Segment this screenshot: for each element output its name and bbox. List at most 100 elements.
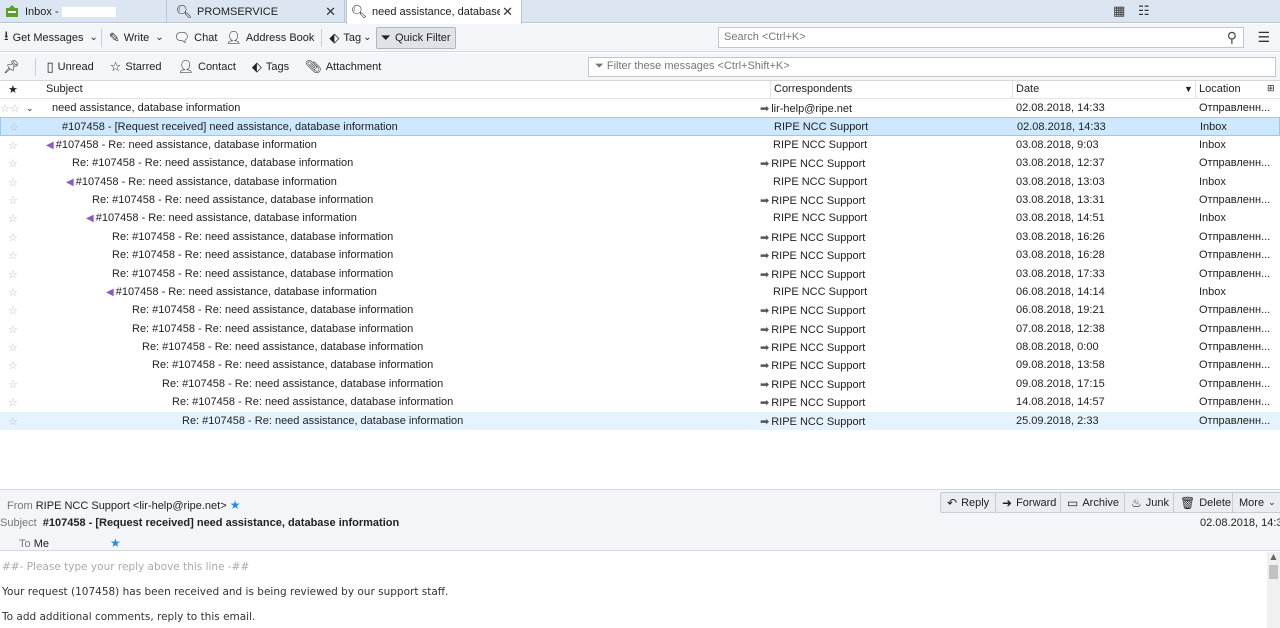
correspondent-cell: ➡ RIPE NCC Support: [760, 378, 865, 391]
location-cell: Отправленн...: [1199, 230, 1271, 243]
table-row[interactable]: ☆ Re: #107458 - Re: need assistance, dat…: [0, 338, 1280, 356]
tab-inbox[interactable]: Inbox -: [0, 0, 167, 23]
table-row[interactable]: ☆ Re: #107458 - Re: need assistance, dat…: [0, 265, 1280, 283]
address-book-button[interactable]: 👤︎ Address Book: [221, 27, 318, 49]
star-icon[interactable]: ☆: [8, 249, 18, 262]
table-row[interactable]: ☆ Re: #107458 - Re: need assistance, dat…: [0, 375, 1280, 393]
date-cell: 02.08.2018, 14:33: [1016, 102, 1105, 114]
star-icon[interactable]: ☆: [8, 212, 18, 225]
table-row[interactable]: ☆ ◀ #107458 - Re: need assistance, databa…: [0, 173, 1280, 191]
table-row[interactable]: ☆ Re: #107458 - Re: need assistance, dat…: [0, 246, 1280, 264]
star-icon[interactable]: ☆: [8, 268, 18, 281]
subject-cell: Re: #107458 - Re: need assistance, datab…: [182, 414, 464, 427]
star-icon[interactable]: ☆: [8, 231, 18, 244]
filter-messages-input[interactable]: ⏷ Filter these messages <Ctrl+Shift+K>: [588, 57, 1276, 77]
table-row[interactable]: ☆ ◀ #107458 - Re: need assistance, databa…: [0, 209, 1280, 227]
close-icon[interactable]: ✕: [325, 4, 336, 20]
more-label: More: [1239, 496, 1265, 509]
table-row[interactable]: ☆ Re: #107458 - Re: need assistance, dat…: [0, 411, 1280, 431]
star-icon[interactable]: ☆: [8, 304, 18, 317]
message-header: From RIPE NCC Support <lir-help@ripe.net…: [0, 489, 1280, 551]
replied-icon: ◀: [66, 176, 74, 188]
star-icon[interactable]: ★: [230, 498, 241, 512]
star-icon[interactable]: ☆: [8, 378, 18, 391]
get-messages-button[interactable]: ⭳ Get Messages: [0, 27, 87, 49]
tags-filter-button[interactable]: ⬖ Tags: [244, 59, 297, 75]
unread-filter-button[interactable]: ▯ Unread: [39, 59, 102, 75]
table-row[interactable]: ☆☆ ⌄ need assistance, database informati…: [0, 99, 1280, 117]
outgoing-arrow-icon: ➡: [760, 268, 770, 281]
attachment-filter-button[interactable]: 📎︎ Attachment: [297, 59, 389, 75]
chevron-down-icon[interactable]: ⌄: [155, 32, 163, 43]
quick-filter-label: Quick Filter: [394, 31, 451, 44]
star-icon[interactable]: ☆: [8, 176, 18, 189]
chevron-down-icon[interactable]: ⌄: [89, 32, 97, 43]
tag-button[interactable]: ⬖ Tag ⌄: [325, 27, 375, 49]
star-icon[interactable]: ☆: [8, 323, 18, 336]
star-icon[interactable]: ☆: [8, 157, 18, 170]
star-icon[interactable]: ☆: [8, 341, 18, 354]
star-icon[interactable]: ★: [110, 536, 121, 550]
forward-button[interactable]: ➜ Forward: [995, 492, 1064, 513]
table-row[interactable]: ☆ Re: #107458 - Re: need assistance, dat…: [0, 228, 1280, 246]
table-row[interactable]: ☆ Re: #107458 - Re: need assistance, dat…: [0, 154, 1280, 172]
table-row[interactable]: ☆ Re: #107458 - Re: need assistance, dat…: [0, 393, 1280, 411]
table-row[interactable]: ☆ ◀ #107458 - Re: need assistance, databa…: [0, 283, 1280, 301]
tab-promservice[interactable]: 🔍︎ PROMSERVICE ✕: [172, 0, 345, 23]
star-icon[interactable]: ☆: [8, 359, 18, 372]
star-icon[interactable]: ☆☆: [0, 102, 20, 115]
correspondent-text: RIPE NCC Support: [771, 360, 866, 373]
correspondents-column-header[interactable]: Correspondents: [774, 83, 852, 95]
hamburger-menu-icon[interactable]: ☰: [1257, 29, 1270, 46]
star-icon[interactable]: ☆: [9, 121, 19, 134]
table-row[interactable]: ☆ Re: #107458 - Re: need assistance, dat…: [0, 191, 1280, 209]
chevron-down-icon: ⌄: [363, 32, 372, 43]
body-scrollbar[interactable]: ▲: [1267, 552, 1280, 628]
calendar-icon[interactable]: ▦: [1113, 3, 1125, 19]
tab-need-assistance[interactable]: 🔍︎ need assistance, database in ✕: [346, 0, 522, 24]
date-cell: 08.08.2018, 0:00: [1016, 341, 1099, 354]
delete-button[interactable]: 🗑︎ Delete: [1173, 492, 1239, 513]
table-row[interactable]: ☆ ◀ #107458 - Re: need assistance, databa…: [0, 136, 1280, 154]
thread-list: ☆☆ ⌄ need assistance, database informati…: [0, 99, 1280, 489]
scroll-thumb[interactable]: [1269, 565, 1278, 579]
close-icon[interactable]: ✕: [502, 4, 513, 20]
sticky-pin-button[interactable]: 📌︎: [0, 59, 32, 75]
reply-button[interactable]: ↶ Reply: [940, 492, 997, 513]
contact-filter-button[interactable]: 👤︎ Contact: [169, 59, 243, 75]
from-value[interactable]: RIPE NCC Support <lir-help@ripe.net>: [36, 500, 227, 512]
scroll-up-icon[interactable]: ▲: [1267, 552, 1280, 564]
quick-filter-button[interactable]: ⏷ Quick Filter: [375, 26, 456, 49]
star-icon[interactable]: ☆: [8, 286, 18, 299]
subject-column-header[interactable]: Subject: [46, 83, 83, 95]
date-column-header[interactable]: Date: [1016, 83, 1039, 95]
correspondent-cell: RIPE NCC Support: [774, 121, 868, 133]
more-button[interactable]: More ⌄: [1232, 492, 1280, 513]
table-row[interactable]: ☆ #107458 - [Request received] need assi…: [0, 117, 1280, 136]
location-column-header[interactable]: Location: [1199, 83, 1241, 95]
table-row[interactable]: ☆ Re: #107458 - Re: need assistance, dat…: [0, 356, 1280, 374]
tag-icon: ⬖: [251, 58, 262, 74]
star-icon[interactable]: ☆: [8, 396, 18, 409]
subject-cell: Re: #107458 - Re: need assistance, datab…: [112, 249, 394, 262]
search-input[interactable]: Search <Ctrl+K> ⚲: [718, 27, 1244, 48]
chevron-down-icon[interactable]: ⌄: [26, 103, 34, 114]
column-picker-icon[interactable]: ⊞: [1267, 83, 1275, 94]
write-label: Write: [123, 31, 150, 44]
junk-button[interactable]: ♨ Junk: [1124, 492, 1177, 513]
table-row[interactable]: ☆ Re: #107458 - Re: need assistance, dat…: [0, 320, 1280, 338]
starred-filter-button[interactable]: ☆ Starred: [102, 59, 170, 75]
date-cell: 09.08.2018, 17:15: [1016, 377, 1105, 390]
subject-cell: Re: #107458 - Re: need assistance, datab…: [172, 396, 454, 409]
star-icon[interactable]: ☆: [8, 194, 18, 207]
archive-button[interactable]: ▭ Archive: [1060, 492, 1127, 513]
star-icon[interactable]: ☆: [8, 415, 18, 428]
table-row[interactable]: ☆ Re: #107458 - Re: need assistance, dat…: [0, 301, 1280, 319]
chat-button[interactable]: 🗨︎ Chat: [170, 27, 222, 49]
tasks-icon[interactable]: ☷: [1138, 3, 1150, 19]
star-icon[interactable]: ☆: [8, 139, 18, 152]
write-button[interactable]: ✎ Write: [105, 27, 153, 49]
star-column-icon[interactable]: ★: [8, 83, 18, 96]
to-value[interactable]: Me: [34, 538, 49, 550]
correspondent-cell: ➡ RIPE NCC Support: [760, 415, 865, 428]
